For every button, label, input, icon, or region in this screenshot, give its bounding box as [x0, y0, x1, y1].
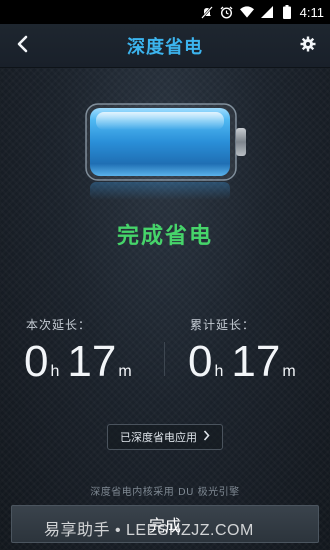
status-time: 4:11 [299, 4, 324, 20]
settings-button[interactable] [294, 32, 322, 60]
wifi-icon [239, 5, 254, 19]
this-time-minutes: 17 [67, 337, 117, 386]
optimized-apps-button[interactable]: 已深度省电应用 [107, 424, 223, 450]
battery-full-icon [80, 100, 250, 200]
stats-divider [164, 342, 165, 376]
signal-icon [260, 5, 274, 19]
mute-icon [200, 5, 214, 19]
battery-icon [280, 5, 294, 19]
chevron-left-icon [16, 35, 28, 57]
total-minutes: 17 [231, 337, 281, 386]
total-hours: 0 [188, 337, 213, 386]
this-time-value: 0 h 17 m [24, 340, 140, 390]
this-time-hours-unit: h [50, 363, 60, 380]
result-title: 完成省电 [116, 224, 213, 249]
this-time-label: 本次延长： [26, 318, 92, 332]
gear-icon [300, 36, 316, 56]
page-title: 深度省电 [127, 36, 203, 58]
alarm-icon [220, 5, 234, 19]
this-time-minutes-unit: m [118, 363, 132, 380]
total-label: 累计延长： [190, 318, 256, 332]
status-bar: 4:11 [0, 0, 330, 24]
back-button[interactable] [6, 30, 38, 62]
optimized-apps-label: 已深度省电应用 [120, 431, 197, 444]
app-header: 深度省电 [0, 24, 330, 68]
finish-button-label: 完成 [148, 516, 181, 535]
chevron-right-icon [203, 430, 210, 444]
finish-button[interactable]: 完成 [11, 505, 319, 543]
total-minutes-unit: m [282, 363, 296, 380]
this-time-hours: 0 [24, 337, 49, 386]
engine-note: 深度省电内核采用 DU 极光引擎 [90, 487, 240, 498]
total-hours-unit: h [214, 363, 224, 380]
total-value: 0 h 17 m [188, 340, 304, 390]
